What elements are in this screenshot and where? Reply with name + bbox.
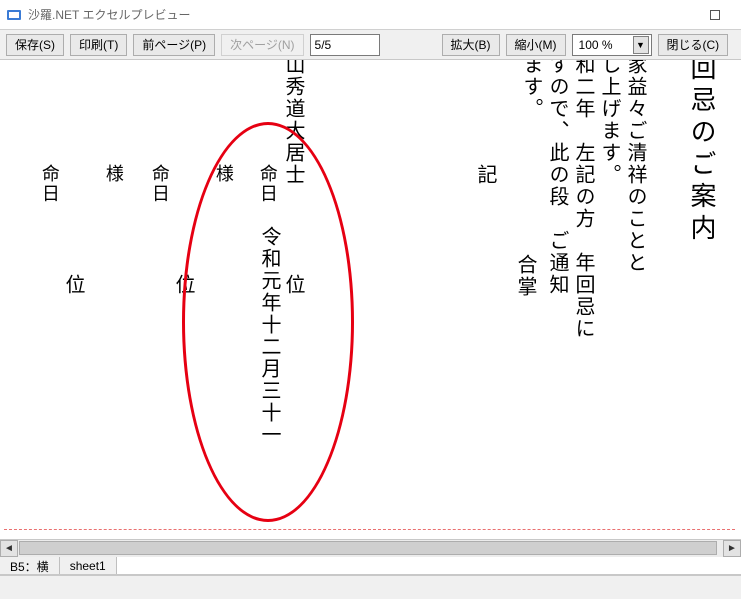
window-title: 沙羅.NET エクセルプレビュー [28,6,190,23]
scroll-thumb[interactable] [19,541,717,555]
preview-area: 回忌のご案内 家益々ご清祥のことと し上げます。 和二年 左記の方 年回忌に す… [0,60,741,537]
doc-title: 回忌のご案内 [688,60,715,246]
titlebar: 沙羅.NET エクセルプレビュー [0,0,741,30]
body-col-3: 和二年 左記の方 年回忌に [572,60,593,340]
meinichi-3: 命日 [40,164,59,204]
ki-label: 記 [474,164,495,186]
kurai-3: 位 [62,274,83,296]
toolbar: 保存(S) 印刷(T) 前ページ(P) 次ページ(N) 拡大(B) 縮小(M) … [0,30,741,60]
zoom-value: 100 % [579,38,613,52]
zoom-out-button[interactable]: 縮小(M) [506,34,566,56]
meinichi-2: 命日 [150,164,169,204]
maximize-button[interactable] [695,1,735,29]
zoom-select[interactable]: 100 % ▼ [572,34,652,56]
horizontal-scrollbar[interactable]: ◄ ► [0,539,741,557]
scroll-left-icon[interactable]: ◄ [0,540,18,557]
kurai-1: 位 [282,274,303,296]
dropdown-caret-icon: ▼ [633,36,649,54]
scroll-track[interactable] [18,540,723,557]
date-col: 令和元年十二月三十一 [258,226,279,446]
name-col: 山秀道大居士 [282,60,303,186]
print-button[interactable]: 印刷(T) [70,34,127,56]
gassho-label: 合掌 [514,254,535,298]
zoom-in-button[interactable]: 拡大(B) [442,34,500,56]
page-field[interactable] [310,34,380,56]
body-col-4: すので、此の段 ご通知 [546,60,567,296]
close-button[interactable]: 閉じる(C) [658,34,729,56]
sheet-tabbar: B5：横 sheet1 [0,557,741,575]
sama-2: 様 [104,164,123,184]
body-col-2: し上げます。 [598,60,619,186]
next-page-button[interactable]: 次ページ(N) [221,34,303,56]
tab-sheet1[interactable]: sheet1 [60,557,117,574]
scroll-right-icon[interactable]: ► [723,540,741,557]
tab-b5[interactable]: B5：横 [0,557,60,574]
page-canvas: 回忌のご案内 家益々ご清祥のことと し上げます。 和二年 左記の方 年回忌に す… [4,60,735,530]
body-col-1: 家益々ご清祥のことと [624,60,645,274]
kurai-2: 位 [172,274,193,296]
meinichi-1: 命日 [258,164,277,204]
prev-page-button[interactable]: 前ページ(P) [133,34,215,56]
statusbar [0,575,741,599]
sama-1: 様 [214,164,233,184]
app-icon [6,7,22,23]
save-button[interactable]: 保存(S) [6,34,64,56]
body-col-5: ます。 [520,60,541,120]
